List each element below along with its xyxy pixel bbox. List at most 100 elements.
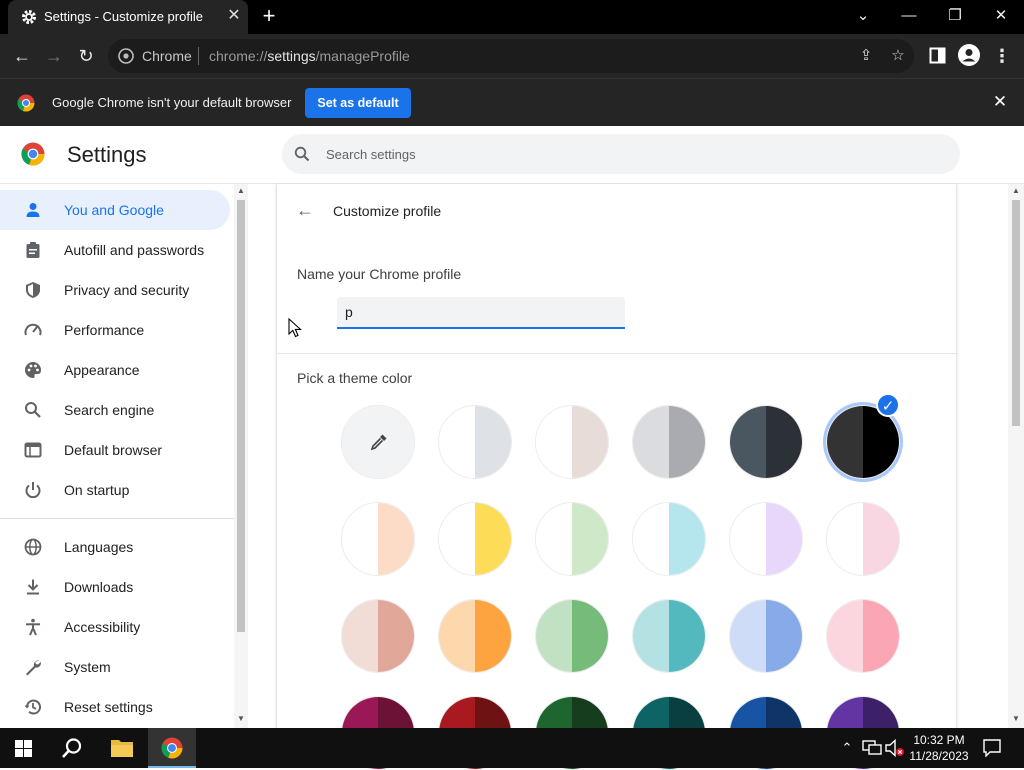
network-icon[interactable]: [862, 740, 882, 756]
theme-color-swatch[interactable]: [826, 502, 900, 576]
main-scroll-thumb[interactable]: [1012, 200, 1020, 426]
sidebar-item-appearance[interactable]: Appearance: [0, 350, 230, 390]
scroll-up-arrow[interactable]: ▲: [234, 186, 248, 196]
tab-close-button[interactable]: ✕: [224, 6, 244, 26]
section-title: Customize profile: [333, 203, 442, 219]
notifications-icon[interactable]: [983, 739, 1001, 757]
side-panel-icon[interactable]: [929, 47, 946, 64]
swatch-right-half: [475, 600, 511, 672]
bookmark-star-icon[interactable]: ☆: [889, 47, 907, 65]
theme-color-swatch[interactable]: [729, 502, 803, 576]
windows-logo-icon: [15, 740, 32, 757]
globe-icon: [24, 538, 42, 556]
theme-color-swatch[interactable]: [438, 405, 512, 479]
back-button[interactable]: ←: [10, 44, 34, 68]
theme-color-swatch[interactable]: [535, 599, 609, 673]
section-divider: [277, 353, 958, 354]
start-button[interactable]: [0, 728, 48, 768]
scroll-down-arrow[interactable]: ▼: [1009, 714, 1023, 724]
file-explorer-button[interactable]: [98, 728, 146, 768]
swatch-left-half: [439, 503, 475, 575]
sidebar-item-performance[interactable]: Performance: [0, 310, 230, 350]
theme-color-swatch[interactable]: [535, 405, 609, 479]
minimize-button[interactable]: —: [897, 4, 921, 28]
clock-time: 10:32 PM: [913, 733, 965, 747]
browser-toolbar: ← → ↻ Chrome chrome://settings/managePro…: [0, 34, 1024, 78]
infobar-message: Google Chrome isn't your default browser: [52, 95, 292, 110]
sidebar-scroll-thumb[interactable]: [237, 200, 245, 632]
selected-check-icon: ✓: [876, 393, 900, 417]
show-hidden-icons-chevron[interactable]: ⌃: [838, 739, 856, 757]
speedometer-icon: [24, 323, 42, 336]
infobar-close-button[interactable]: ✕: [990, 92, 1010, 112]
volume-muted-icon[interactable]: [885, 739, 905, 757]
sidebar-item-languages[interactable]: Languages: [0, 527, 230, 567]
chrome-logo-icon: [21, 142, 45, 166]
profile-name-label: Name your Chrome profile: [297, 266, 462, 282]
site-label: Chrome: [142, 48, 192, 64]
tab-search-button[interactable]: ⌄: [851, 4, 875, 28]
sidebar-divider: [0, 518, 234, 519]
swatch-right-half: [378, 503, 414, 575]
sidebar-item-you-and-google[interactable]: You and Google: [0, 190, 230, 230]
swatch-left-half: [439, 600, 475, 672]
sidebar-item-on-startup[interactable]: On startup: [0, 470, 230, 510]
customize-profile-card: ← Customize profile Name your Chrome pro…: [276, 184, 958, 770]
main-scrollbar[interactable]: ▲ ▼: [1008, 184, 1024, 728]
search-settings-input[interactable]: Search settings: [282, 134, 960, 174]
theme-color-swatch[interactable]: [632, 502, 706, 576]
sidebar-item-default-browser[interactable]: Default browser: [0, 430, 230, 470]
back-arrow-button[interactable]: ←: [295, 200, 315, 220]
settings-header: Settings Search settings: [0, 126, 1024, 184]
scroll-up-arrow[interactable]: ▲: [1009, 186, 1023, 196]
theme-color-swatch[interactable]: [632, 599, 706, 673]
forward-button[interactable]: →: [42, 44, 66, 68]
chrome-taskbar-button[interactable]: [148, 728, 196, 768]
swatch-right-half: [766, 503, 802, 575]
sidebar-item-system[interactable]: System: [0, 647, 230, 687]
set-as-default-button[interactable]: Set as default: [305, 88, 411, 118]
theme-color-swatch[interactable]: [438, 502, 512, 576]
chrome-site-icon: [118, 48, 134, 64]
sidebar-item-autofill[interactable]: Autofill and passwords: [0, 230, 230, 270]
new-tab-button[interactable]: +: [258, 5, 280, 28]
swatch-right-half: [475, 503, 511, 575]
theme-color-swatch[interactable]: [341, 502, 415, 576]
custom-color-picker-swatch[interactable]: [341, 405, 415, 479]
theme-color-swatch[interactable]: [535, 502, 609, 576]
theme-color-label: Pick a theme color: [297, 370, 413, 386]
download-icon: [27, 579, 39, 595]
theme-color-swatch[interactable]: [729, 599, 803, 673]
eyedropper-icon: [370, 434, 387, 451]
theme-color-swatch[interactable]: [729, 405, 803, 479]
sidebar-item-reset-settings[interactable]: Reset settings: [0, 687, 230, 727]
theme-color-swatch[interactable]: [438, 599, 512, 673]
profile-name-input[interactable]: [337, 297, 625, 329]
reload-button[interactable]: ↻: [74, 44, 98, 68]
share-icon[interactable]: ⇪: [857, 47, 875, 65]
scroll-down-arrow[interactable]: ▼: [234, 714, 248, 724]
restore-button[interactable]: ❐: [943, 4, 967, 28]
sidebar-item-accessibility[interactable]: Accessibility: [0, 607, 230, 647]
profile-avatar-icon[interactable]: [958, 44, 980, 66]
theme-color-swatch[interactable]: [632, 405, 706, 479]
theme-color-swatch[interactable]: [826, 599, 900, 673]
sidebar-item-privacy[interactable]: Privacy and security: [0, 270, 230, 310]
swatch-right-half: [572, 600, 608, 672]
theme-color-swatch[interactable]: [341, 599, 415, 673]
swatch-left-half: [342, 503, 378, 575]
swatch-left-half: [536, 503, 572, 575]
window-close-button[interactable]: ✕: [989, 4, 1013, 28]
more-menu-icon[interactable]: ⋮: [990, 44, 1014, 68]
taskbar-search-button[interactable]: [48, 728, 96, 768]
system-clock[interactable]: 10:32 PM 11/28/2023: [906, 732, 972, 764]
browser-icon: [24, 442, 42, 458]
swatch-left-half: [439, 406, 475, 478]
tab-settings[interactable]: Settings - Customize profile ✕: [8, 0, 248, 34]
swatch-right-half: [766, 600, 802, 672]
sidebar-item-downloads[interactable]: Downloads: [0, 567, 230, 607]
gear-icon: [22, 10, 36, 24]
sidebar-item-search-engine[interactable]: Search engine: [0, 390, 230, 430]
sidebar-scrollbar[interactable]: ▲ ▼: [234, 184, 248, 728]
address-bar[interactable]: Chrome chrome://settings/manageProfile ⇪…: [108, 39, 914, 73]
